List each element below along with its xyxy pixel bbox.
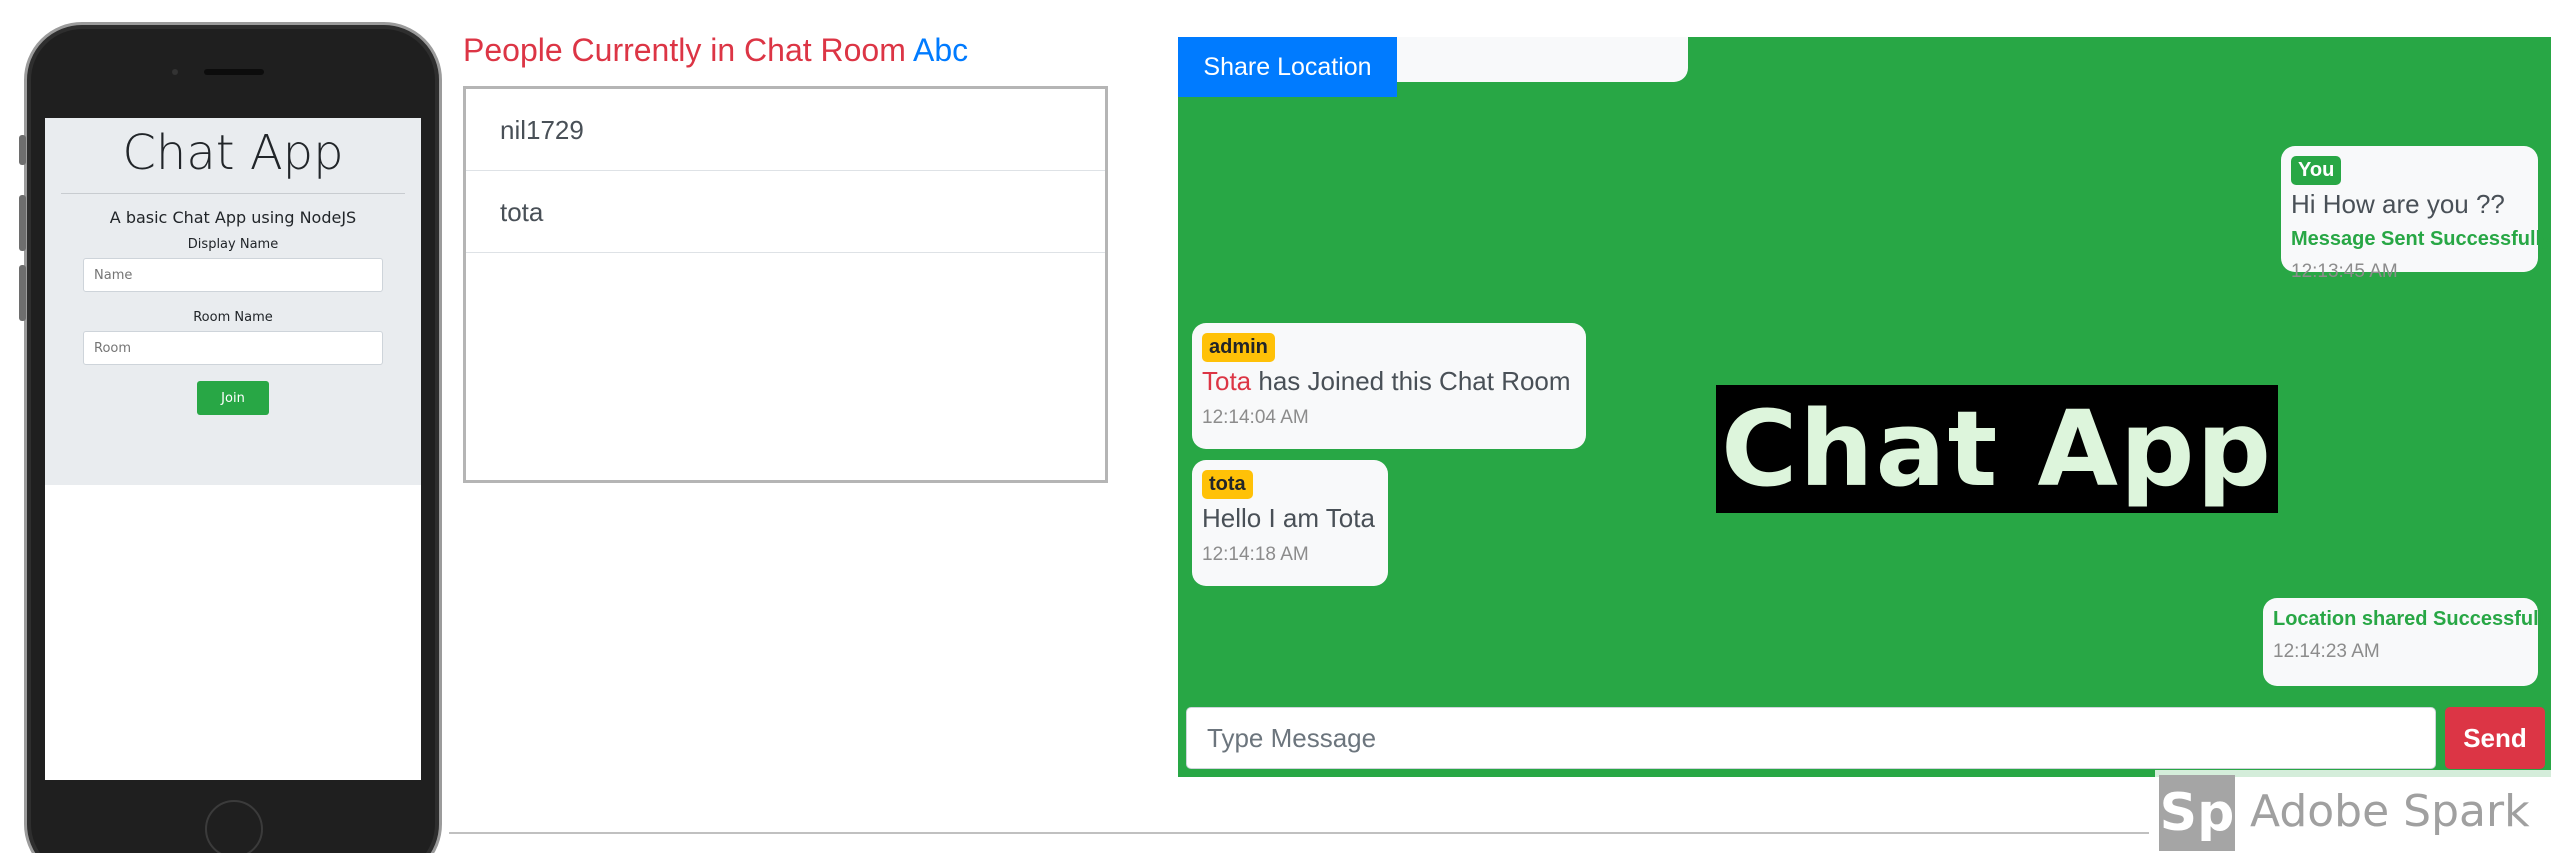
message-bubble: admin Tota has Joined this Chat Room 12:… <box>1192 323 1586 449</box>
phone-screen: Chat App A basic Chat App using NodeJS D… <box>45 118 421 780</box>
join-card: Chat App A basic Chat App using NodeJS D… <box>45 118 421 485</box>
people-list: nil1729 tota <box>463 86 1108 483</box>
message-time: 12:14:23 AM <box>2273 641 2380 662</box>
app-description: A basic Chat App using NodeJS <box>109 208 357 228</box>
phone-volume-up <box>19 195 26 251</box>
app-title: Chat App <box>122 125 344 181</box>
message-time: 12:14:04 AM <box>1202 407 1309 428</box>
author-badge: You <box>2291 156 2342 185</box>
message-input[interactable] <box>1186 707 2436 769</box>
adobe-spark-logo: Sp <box>2159 775 2235 851</box>
adobe-spark-text: Adobe Spark <box>2250 786 2530 837</box>
message-text: Hi How are you ?? <box>2291 189 2505 219</box>
phone-speaker <box>204 69 264 75</box>
send-button[interactable]: Send <box>2445 707 2545 769</box>
message-text: Tota has Joined this Chat Room <box>1202 366 1576 397</box>
message-status: Message Sent Successfully <box>2291 228 2551 250</box>
author-badge: admin <box>1202 333 1275 362</box>
room-name-label: Room Name <box>193 310 273 326</box>
highlighted-user: Tota <box>1202 366 1252 396</box>
share-location-button[interactable]: Share Location <box>1178 37 1397 97</box>
message-bubble: tota Hello I am Tota 12:14:18 AM <box>1192 460 1388 586</box>
room-name-input[interactable] <box>83 331 383 366</box>
join-button[interactable]: Join <box>197 381 269 416</box>
room-name: Abc <box>913 32 969 68</box>
phone-mockup: Chat App A basic Chat App using NodeJS D… <box>19 22 442 853</box>
list-item: tota <box>466 171 1105 253</box>
author-badge: tota <box>1202 470 1253 499</box>
message-bubble: Location shared Successfully 12:14:23 AM <box>2263 598 2551 686</box>
people-heading: People Currently in Chat Room Abc <box>463 32 968 69</box>
chat-panel: 12:13:30 AM You Hi How are you ?? Messag… <box>1178 37 2551 777</box>
message-time: 12:13:45 AM <box>2291 261 2398 282</box>
phone-camera <box>172 69 178 75</box>
people-heading-text: People Currently in Chat Room <box>463 32 906 68</box>
message-bubble: You Hi How are you ?? Message Sent Succe… <box>2281 146 2551 282</box>
footer-divider <box>449 832 2149 834</box>
chat-app-watermark: Chat App <box>1716 385 2278 513</box>
message-status: Location shared Successfully <box>2273 608 2551 630</box>
message-time: 12:14:18 AM <box>1202 544 1309 565</box>
display-name-label: Display Name <box>187 237 279 253</box>
display-name-input[interactable] <box>83 258 383 293</box>
phone-mute-switch <box>19 135 26 165</box>
divider <box>61 193 405 195</box>
list-item: nil1729 <box>466 89 1105 171</box>
message-body: has Joined this Chat Room <box>1251 366 1571 396</box>
message-text: Hello I am Tota <box>1202 503 1375 533</box>
phone-home-button <box>205 800 263 853</box>
phone-volume-down <box>19 265 26 321</box>
